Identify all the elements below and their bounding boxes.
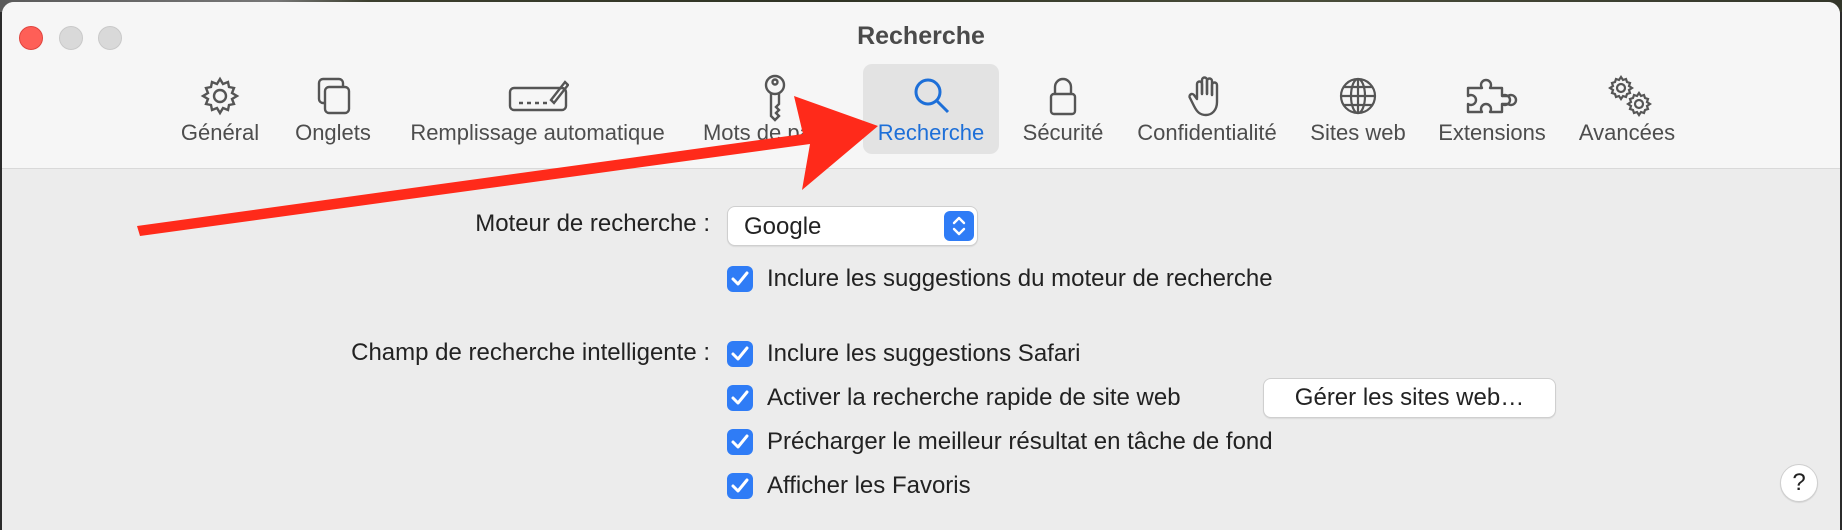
search-engine-value: Google [744,213,822,240]
preferences-window: Recherche Général Onglets Remplissage au… [2,2,1840,530]
engine-suggestions-checkbox[interactable] [727,266,753,292]
tab-advanced-label: Avancées [1578,120,1676,145]
tab-passwords[interactable]: Mots de passe [694,64,855,154]
gear-icon [197,74,243,118]
safari-suggestions-label: Inclure les suggestions Safari [767,340,1081,367]
hand-icon [1184,74,1230,118]
tab-privacy[interactable]: Confidentialité [1128,64,1286,154]
tab-passwords-label: Mots de passe [702,120,847,145]
safari-suggestions-checkbox[interactable] [727,341,753,367]
tab-websites-label: Sites web [1310,120,1406,145]
tab-general[interactable]: Général [173,64,267,154]
search-icon [908,74,954,118]
tab-security[interactable]: Sécurité [1011,64,1115,154]
manage-websites-button[interactable]: Gérer les sites web… [1263,378,1556,418]
tab-general-label: Général [180,120,260,145]
globe-icon [1335,74,1381,118]
show-favorites-label: Afficher les Favoris [767,472,971,499]
puzzle-icon [1462,74,1522,118]
engine-suggestions-label: Inclure les suggestions du moteur de rec… [767,265,1273,292]
smart-search-field-label: Champ de recherche intelligente : [351,339,710,366]
tab-tabs[interactable]: Onglets [285,64,381,154]
show-favorites-checkbox[interactable] [727,473,753,499]
tab-autofill-label: Remplissage automatique [410,120,665,145]
tab-advanced[interactable]: Avancées [1570,64,1684,154]
toolbar: Recherche Général Onglets Remplissage au… [2,2,1840,169]
tab-autofill[interactable]: Remplissage automatique [399,64,676,154]
autofill-icon [507,74,569,118]
key-icon [752,74,798,122]
quick-website-search-label: Activer la recherche rapide de site web [767,384,1181,411]
window-title: Recherche [857,22,985,50]
tab-extensions[interactable]: Extensions [1430,64,1554,154]
search-engine-select[interactable]: Google [727,206,978,246]
tab-security-label: Sécurité [1022,120,1104,145]
tab-privacy-label: Confidentialité [1137,120,1277,145]
preload-top-hit-label: Précharger le meilleur résultat en tâche… [767,428,1273,455]
tab-search-label: Recherche [877,120,985,145]
search-engine-label: Moteur de recherche : [475,210,710,237]
lock-icon [1040,74,1086,118]
tab-tabs-label: Onglets [295,120,371,145]
tabs-icon [310,74,356,118]
advanced-gears-icon [1604,74,1652,118]
tab-websites[interactable]: Sites web [1304,64,1412,154]
tab-search[interactable]: Recherche [863,64,999,154]
tab-extensions-label: Extensions [1438,120,1546,145]
help-button[interactable]: ? [1780,464,1818,502]
settings-panel: Moteur de recherche : Google Inclure les… [2,169,1840,530]
preload-top-hit-checkbox[interactable] [727,429,753,455]
quick-website-search-checkbox[interactable] [727,385,753,411]
select-stepper-icon [944,211,974,241]
